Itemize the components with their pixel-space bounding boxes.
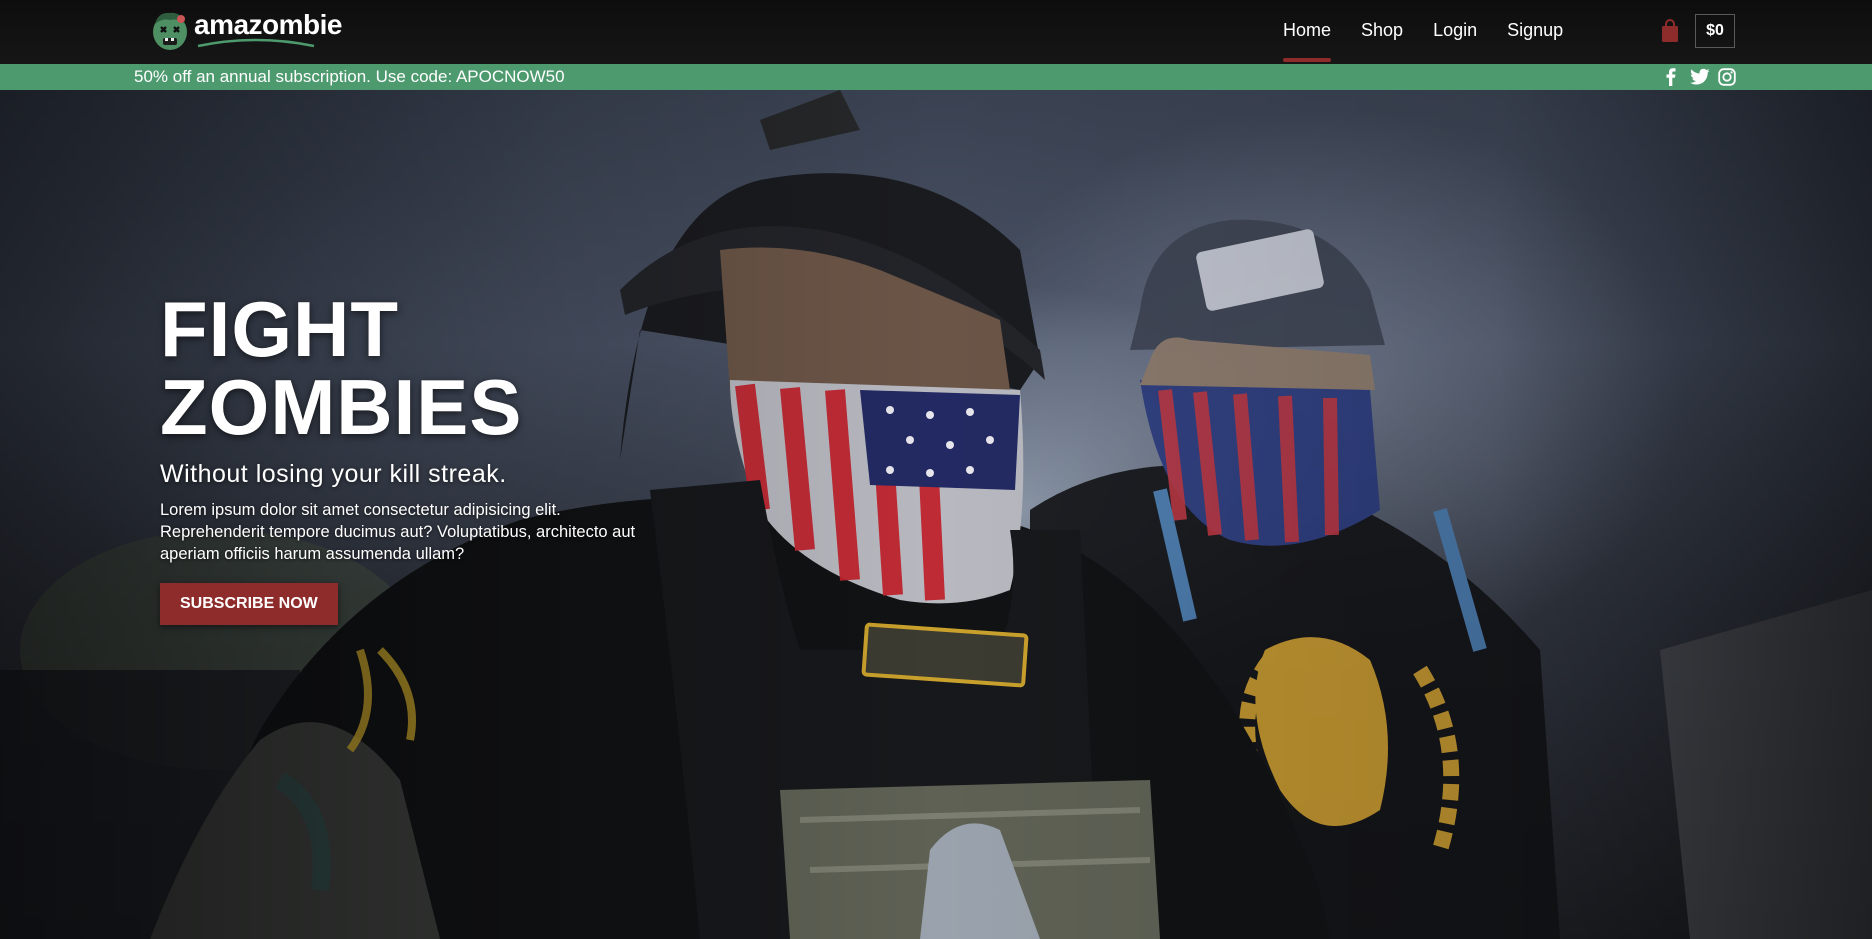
hero-title: FIGHT ZOMBIES xyxy=(160,290,680,446)
hero-section: FIGHT ZOMBIES Without losing your kill s… xyxy=(0,90,1872,939)
brand-logo[interactable]: amazombie xyxy=(150,8,343,54)
promo-text: 50% off an annual subscription. Use code… xyxy=(134,67,565,86)
top-navbar: amazombie Home Shop Login Signup $0 xyxy=(0,0,1872,64)
subscribe-now-button[interactable]: SUBSCRIBE NOW xyxy=(160,583,338,625)
nav-item-login[interactable]: Login xyxy=(1418,0,1492,64)
cart-total[interactable]: $0 xyxy=(1695,14,1735,48)
facebook-icon[interactable] xyxy=(1665,68,1677,86)
hero-body-text: Lorem ipsum dolor sit amet consectetur a… xyxy=(160,501,636,563)
hero-subtitle: Without losing your kill streak. xyxy=(160,460,507,488)
twitter-icon[interactable] xyxy=(1690,68,1710,86)
shopping-bag-icon[interactable] xyxy=(1660,19,1680,43)
hero-title-line2: ZOMBIES xyxy=(160,363,523,451)
nav-item-home[interactable]: Home xyxy=(1268,0,1346,64)
nav-item-shop[interactable]: Shop xyxy=(1346,0,1418,64)
hero-title-line1: FIGHT xyxy=(160,285,399,373)
main-nav: Home Shop Login Signup xyxy=(1268,0,1578,64)
hero-content: FIGHT ZOMBIES Without losing your kill s… xyxy=(160,290,680,625)
brand-swoosh xyxy=(197,38,315,48)
instagram-icon[interactable] xyxy=(1718,68,1736,86)
zombie-face-icon xyxy=(153,12,187,50)
nav-item-signup[interactable]: Signup xyxy=(1492,0,1578,64)
promo-bar: 50% off an annual subscription. Use code… xyxy=(0,64,1872,90)
